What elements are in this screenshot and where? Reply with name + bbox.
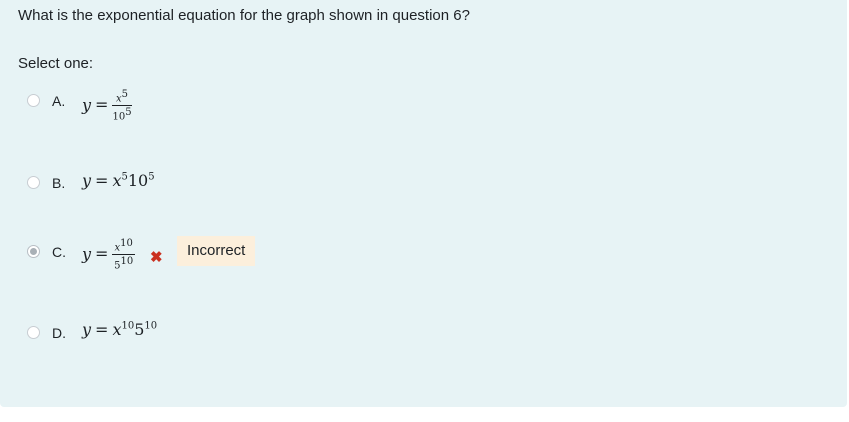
incorrect-feedback-badge: Incorrect (177, 236, 256, 266)
question-panel: What is the exponential equation for the… (0, 0, 847, 407)
cross-icon: ✖ (150, 249, 163, 266)
option-a-equation: y = x5 105 (82, 89, 132, 123)
question-text: What is the exponential equation for the… (18, 7, 470, 24)
select-one-prompt: Select one: (18, 55, 94, 72)
option-d-equals: = (95, 320, 109, 339)
option-d-lhs: y (82, 320, 92, 339)
option-a-den-base: 10 (112, 111, 126, 123)
option-c-letter: C. (52, 244, 66, 260)
option-b-lhs: y (82, 171, 92, 190)
option-c-equals: = (95, 244, 109, 264)
option-d-equation: y = x10510 (82, 320, 157, 339)
option-b-equals: = (95, 171, 109, 190)
option-c-num-exp: 10 (120, 238, 133, 249)
radio-option-b[interactable] (27, 176, 40, 189)
option-a-num-exp: 5 (121, 89, 129, 100)
option-d-exp1: 10 (121, 320, 135, 332)
option-a-equals: = (95, 95, 109, 115)
option-d-base2: 5 (134, 320, 145, 339)
option-b-equation: y = x5105 (82, 171, 155, 190)
option-a-fraction: x5 105 (112, 89, 132, 123)
option-d-letter: D. (52, 325, 66, 341)
option-c-lhs: y (82, 244, 92, 264)
option-a-lhs: y (82, 95, 92, 115)
radio-option-c[interactable] (27, 245, 40, 258)
option-a-letter: A. (52, 93, 66, 109)
option-b-exp2: 5 (148, 171, 155, 183)
option-c-equation: y = x10 510 (82, 238, 135, 272)
radio-option-a[interactable] (27, 94, 40, 107)
option-c-den-exp: 10 (120, 256, 134, 268)
option-c-fraction: x10 510 (112, 238, 135, 272)
option-b-base2: 10 (127, 171, 149, 190)
option-d-exp2: 10 (144, 320, 158, 332)
option-b-letter: B. (52, 175, 66, 191)
radio-option-d[interactable] (27, 326, 40, 339)
option-a-den-exp: 5 (125, 107, 132, 119)
